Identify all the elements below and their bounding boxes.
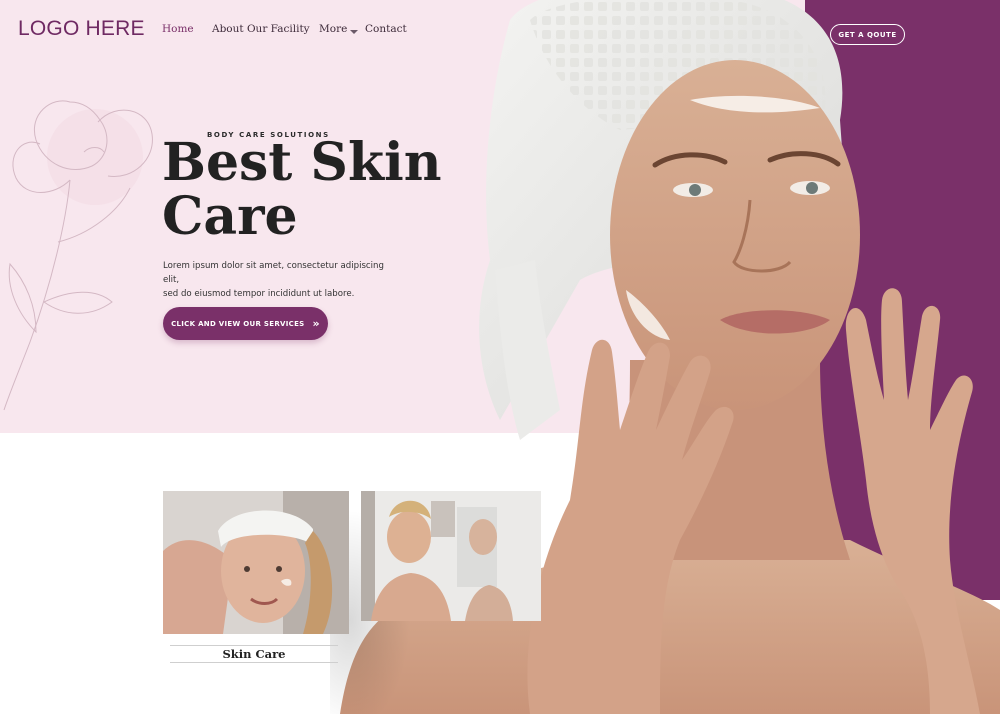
- service-card-skin-care-image[interactable]: [163, 491, 349, 634]
- view-services-label: CLICK AND VIEW OUR SERVICES: [171, 319, 305, 328]
- page-title: Best Skin Care: [162, 136, 442, 244]
- floral-line-art-icon: [3, 100, 153, 411]
- woman-headband-photo-icon: [163, 491, 349, 634]
- nav-item-about[interactable]: About Our Facility: [212, 23, 310, 35]
- hero-description-line-2: sed do eiusmod tempor incididunt ut labo…: [163, 289, 355, 299]
- double-chevron-right-icon: »: [312, 317, 320, 330]
- logo[interactable]: LOGO HERE: [18, 17, 145, 41]
- hero-description-line-1: Lorem ipsum dolor sit amet, consectetur …: [163, 261, 384, 285]
- get-quote-button[interactable]: GET A QOUTE: [830, 24, 905, 45]
- service-card-skin-care-title: Skin Care: [170, 645, 338, 663]
- nav-item-home[interactable]: Home: [162, 23, 194, 35]
- page-title-line-1: Best Skin: [162, 132, 442, 193]
- service-card-bathroom-image[interactable]: [361, 491, 541, 621]
- women-bathroom-photo-icon: [361, 491, 541, 621]
- hero-description: Lorem ipsum dolor sit amet, consectetur …: [163, 259, 393, 301]
- view-services-button[interactable]: CLICK AND VIEW OUR SERVICES »: [163, 307, 328, 340]
- service-card-label: Skin Care: [222, 647, 286, 661]
- page-title-line-2: Care: [162, 186, 298, 247]
